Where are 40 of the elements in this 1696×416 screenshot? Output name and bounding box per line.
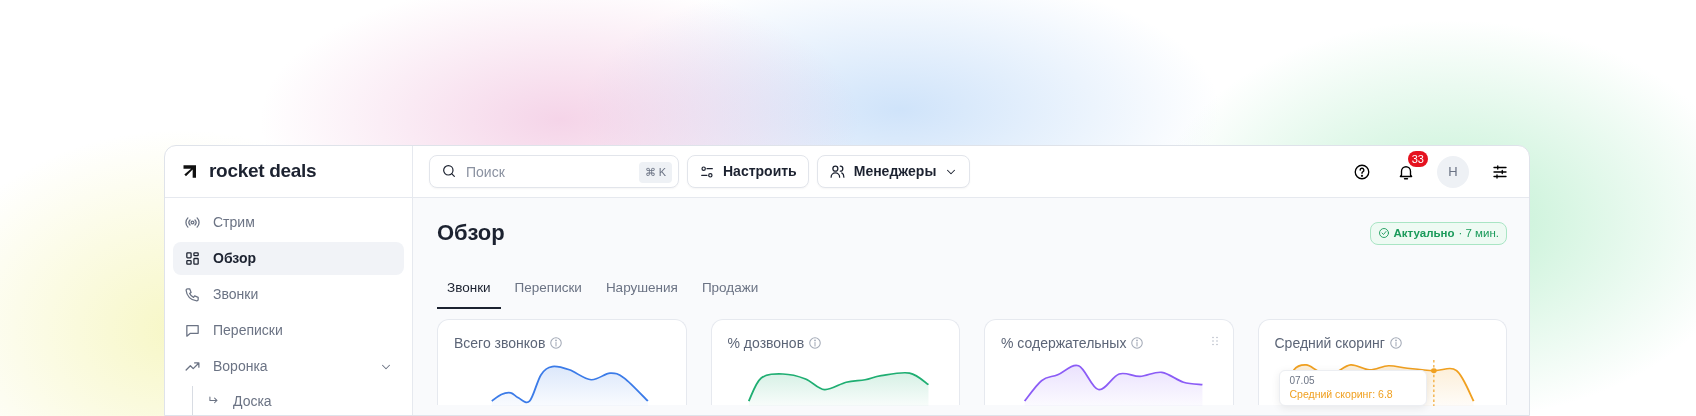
tab[interactable]: Переписки	[504, 272, 592, 309]
dashboard-icon	[184, 250, 201, 267]
hover-point	[1430, 367, 1437, 373]
tooltip-date: 07.05	[1289, 373, 1316, 387]
hover-line	[1432, 359, 1434, 406]
card-title: % содержательных	[1001, 333, 1127, 353]
card-title: Средний скоринг	[1274, 333, 1385, 353]
tab[interactable]: Нарушения	[595, 272, 688, 309]
users-icon	[828, 163, 846, 180]
info-icon	[1130, 336, 1145, 351]
info-icon	[1388, 336, 1403, 351]
card-title: % дозвонов	[727, 333, 805, 353]
tooltip-value: Средний скоринг: 6.8	[1289, 386, 1394, 401]
shortcut-hint: ⌘ K	[638, 162, 672, 183]
tab[interactable]: Продажи	[691, 272, 769, 309]
logo-text: rocket deals	[209, 159, 317, 184]
info-icon	[549, 336, 564, 351]
search-icon	[441, 163, 457, 179]
managers-dropdown[interactable]: Менеджеры	[816, 155, 971, 188]
sidebar-subitem[interactable]: Доска	[203, 386, 404, 415]
user-avatar[interactable]: Н	[1437, 155, 1469, 188]
card-title: Всего звонков	[454, 333, 546, 353]
sliders-icon	[699, 163, 715, 180]
broadcast-icon	[184, 214, 201, 231]
sliders-icon	[1491, 162, 1509, 181]
chat-icon	[184, 322, 201, 339]
info-icon	[808, 336, 823, 351]
help-icon	[1353, 162, 1371, 181]
phone-icon	[184, 286, 201, 303]
sidebar-item[interactable]: Звонки	[173, 278, 404, 311]
sidebar-item[interactable]: Переписки	[173, 314, 404, 347]
sidebar-item[interactable]: Воронка	[173, 350, 404, 383]
check-circle-icon	[1377, 227, 1390, 240]
tab[interactable]: Звонки	[437, 272, 501, 309]
page-title: Обзор	[437, 220, 505, 247]
configure-button[interactable]: Настроить	[687, 155, 809, 188]
notification-count: 33	[1407, 150, 1428, 167]
sidebar-item[interactable]: Обзор	[173, 242, 404, 275]
status-indicator: Актуально · 7 мин.	[1369, 221, 1507, 245]
sidebar-item[interactable]: Стрим	[173, 206, 404, 239]
